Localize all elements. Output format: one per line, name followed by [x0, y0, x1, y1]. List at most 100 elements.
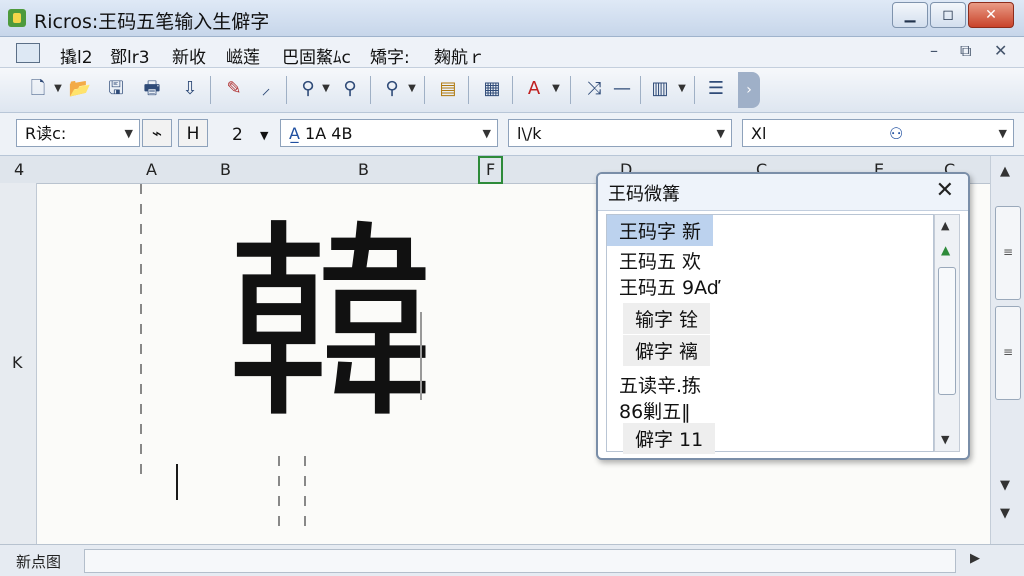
scroll-down-icon[interactable]: ▼: [1000, 478, 1010, 493]
column-guide: [278, 456, 280, 526]
ime-candidate-window: 王码微篝 ✕ 王码字 新 王码五 欢 王码五 9Aď 输字 铨 僻字 褵 五读辛…: [596, 172, 970, 460]
ime-header[interactable]: 王码微篝 ✕: [598, 174, 968, 211]
new-doc-icon[interactable]: 🗋: [24, 76, 52, 102]
toolbar-separator: [640, 76, 641, 104]
column-header[interactable]: B: [220, 160, 231, 179]
open-icon[interactable]: 📂: [66, 76, 94, 102]
paragraph-icon[interactable]: ▥: [646, 76, 674, 102]
chevron-down-icon[interactable]: ▼: [320, 76, 332, 102]
title-bar[interactable]: Ricros:王码五笔输入生僻字 ▁ ◻ ✕: [0, 0, 1024, 37]
bold-button[interactable]: H: [178, 119, 208, 147]
toolbar-overflow-icon[interactable]: ›: [738, 72, 760, 108]
candidate-item[interactable]: 输字 铨: [623, 303, 711, 334]
page-up-icon[interactable]: ▲: [941, 243, 950, 257]
candidate-item[interactable]: 王码五 9Aď: [607, 271, 731, 302]
row-header-bar: K: [0, 183, 37, 544]
candidate-item[interactable]: 僻字 褵: [623, 335, 711, 366]
candidate-item[interactable]: 王码字 新: [607, 215, 714, 246]
menu-item-4[interactable]: 嵫莲: [226, 43, 260, 68]
style-combo[interactable]: R读c: ▼: [16, 119, 140, 147]
save-icon[interactable]: 🖫: [102, 76, 130, 102]
toolbar-separator: [210, 76, 211, 104]
column-header[interactable]: B: [358, 160, 369, 179]
font-name-value: l\/k: [517, 124, 542, 143]
x-combo[interactable]: Xl ⚇ ▼: [742, 119, 1014, 147]
scroll-up-icon[interactable]: ▲: [1000, 164, 1010, 179]
font-color-icon[interactable]: A: [520, 76, 548, 102]
scroll-down-icon[interactable]: ▼: [941, 433, 949, 446]
ime-scrollbar[interactable]: ▲ ▲ ▼: [934, 214, 960, 452]
toolbar-separator: [370, 76, 371, 104]
chevron-down-icon[interactable]: ▼: [125, 120, 133, 146]
window-title: Ricros:王码五笔输入生僻字: [34, 11, 270, 33]
ime-user-icon[interactable]: ⚇: [889, 120, 903, 146]
list-icon[interactable]: ☰: [702, 76, 730, 102]
table-icon[interactable]: ▦: [478, 76, 506, 102]
document-icon[interactable]: [16, 43, 40, 63]
chevron-down-icon[interactable]: ▼: [676, 76, 688, 102]
app-window: Ricros:王码五笔输入生僻字 ▁ ◻ ✕ 撬l2 鄧lr3 新收 嵫莲 巴固…: [0, 0, 1024, 576]
chevron-down-icon[interactable]: ▼: [52, 76, 64, 102]
candidate-item[interactable]: 僻字 11: [623, 423, 716, 454]
columns-icon[interactable]: ▤: [434, 76, 462, 102]
font-name-combo[interactable]: l\/k ▼: [508, 119, 732, 147]
toolbar-separator: [468, 76, 469, 104]
size-value[interactable]: 2: [232, 125, 243, 145]
window-controls: ▁ ◻ ✕: [892, 2, 1014, 28]
selected-column-header[interactable]: F: [478, 156, 504, 184]
standard-toolbar: 🗋 ▼ 📂 🖫 🖶 ⇩ ✎ ⸝ ⚲ ▼ ⚲ ⚲ ▼ ▤ ▦ A ▼ ⤨ — ▥ …: [0, 68, 1024, 113]
menu-item-5[interactable]: 巴固鰲ﾑc: [282, 43, 351, 68]
scroll-thumb[interactable]: ≡: [995, 206, 1021, 300]
vertical-scrollbar[interactable]: ▲ ≡ ≡ ▼ ▼: [990, 156, 1024, 544]
chevron-down-icon[interactable]: ▼: [717, 120, 725, 146]
toolbar-separator: [512, 76, 513, 104]
pencil-icon[interactable]: ✎: [220, 76, 248, 102]
menu-item-6[interactable]: 矯字:: [370, 43, 410, 68]
brush-icon[interactable]: ⸝: [252, 76, 280, 102]
scroll-down-icon[interactable]: ▼: [1000, 506, 1010, 521]
menu-item-1[interactable]: 撬l2: [60, 43, 93, 68]
scroll-thumb[interactable]: ≡: [995, 306, 1021, 400]
print-icon[interactable]: 🖶: [138, 76, 166, 102]
menu-item-3[interactable]: 新收: [172, 43, 206, 68]
search-icon[interactable]: ⚲: [378, 76, 406, 102]
ime-title: 王码微篝: [608, 184, 680, 205]
scroll-up-icon[interactable]: ▲: [941, 219, 949, 232]
zoom-icon[interactable]: ⚲: [294, 76, 322, 102]
menu-item-7[interactable]: 麹航ｒ: [434, 43, 485, 68]
close-button[interactable]: ✕: [968, 2, 1014, 28]
horizontal-scrollbar[interactable]: [84, 549, 956, 573]
column-guide: [140, 184, 142, 484]
scroll-right-icon[interactable]: ▶: [970, 551, 980, 566]
font-combo[interactable]: A̲ 1A 4B ▼: [280, 119, 498, 147]
chevron-down-icon[interactable]: ▼: [406, 76, 418, 102]
candidate-item[interactable]: 86剿五‖: [607, 395, 703, 426]
toolbar-separator: [570, 76, 571, 104]
minimize-button[interactable]: ▁: [892, 2, 928, 28]
chevron-down-icon[interactable]: ▼: [260, 129, 268, 142]
menu-bar: 撬l2 鄧lr3 新收 嵫莲 巴固鰲ﾑc 矯字: 麹航ｒ – ⧉ ✕: [0, 37, 1024, 68]
replace-icon[interactable]: ⤨: [580, 76, 608, 102]
mdi-minimize-icon[interactable]: –: [930, 41, 938, 60]
app-icon[interactable]: [8, 9, 26, 27]
close-icon[interactable]: ✕: [936, 178, 954, 203]
column-header[interactable]: 4: [14, 160, 24, 179]
menu-item-2[interactable]: 鄧lr3: [110, 43, 150, 68]
down-arrow-icon[interactable]: ⇩: [176, 76, 204, 102]
formatting-toolbar: R读c: ▼ ⌁ H 2 ▼ A̲ 1A 4B ▼ l\/k ▼ Xl ⚇ ▼: [0, 113, 1024, 156]
column-header[interactable]: A: [146, 160, 157, 179]
format-painter-icon[interactable]: ⌁: [142, 119, 172, 147]
font-a-icon: A̲: [289, 124, 300, 143]
maximize-button[interactable]: ◻: [930, 2, 966, 28]
x-combo-value: Xl: [751, 124, 767, 143]
ime-candidate-list: 王码字 新 王码五 欢 王码五 9Aď 输字 铨 僻字 褵 五读辛.拣 86剿五…: [606, 214, 934, 454]
mdi-restore-icon[interactable]: ⧉: [960, 41, 971, 61]
scroll-thumb[interactable]: [938, 267, 956, 395]
magnify-icon[interactable]: ⚲: [336, 76, 364, 102]
chevron-down-icon[interactable]: ▼: [483, 120, 491, 146]
dash-icon[interactable]: —: [608, 76, 636, 102]
chevron-down-icon[interactable]: ▼: [999, 120, 1007, 146]
chevron-down-icon[interactable]: ▼: [550, 76, 562, 102]
mdi-close-icon[interactable]: ✕: [994, 41, 1007, 60]
row-label[interactable]: K: [12, 353, 23, 372]
